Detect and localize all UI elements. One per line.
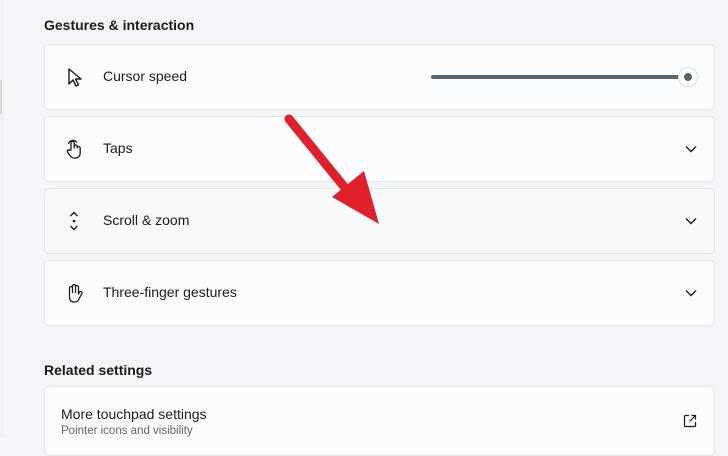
scroll-indicator [0,80,2,114]
more-touchpad-settings-title: More touchpad settings [61,406,207,422]
section-title-gestures: Gestures & interaction [44,17,195,33]
more-touchpad-settings-subtitle: Pointer icons and visibility [61,425,193,437]
taps-card[interactable]: Taps [44,116,715,182]
scroll-icon [70,211,78,231]
three-finger-gestures-card[interactable]: Three-finger gestures [44,260,715,326]
window-left-edge [0,0,4,438]
external-link-icon[interactable] [682,413,698,429]
cursor-icon [68,68,82,87]
chevron-down-icon[interactable] [684,142,698,156]
section-title-related: Related settings [44,362,153,378]
three-finger-gestures-label: Three-finger gestures [103,284,237,300]
cursor-speed-label: Cursor speed [103,68,188,84]
chevron-down-icon[interactable] [684,286,698,300]
cursor-speed-slider-track[interactable] [431,75,685,79]
scroll-zoom-card[interactable]: Scroll & zoom [44,188,715,254]
cursor-speed-slider-thumb[interactable] [678,67,698,87]
hand-icon [68,283,83,303]
cursor-speed-card: Cursor speed [44,44,715,110]
chevron-down-icon[interactable] [684,214,698,228]
scroll-zoom-label: Scroll & zoom [103,212,190,228]
tap-icon [66,139,81,159]
more-touchpad-settings-card[interactable]: More touchpad settings Pointer icons and… [44,386,715,456]
taps-label: Taps [103,140,133,156]
